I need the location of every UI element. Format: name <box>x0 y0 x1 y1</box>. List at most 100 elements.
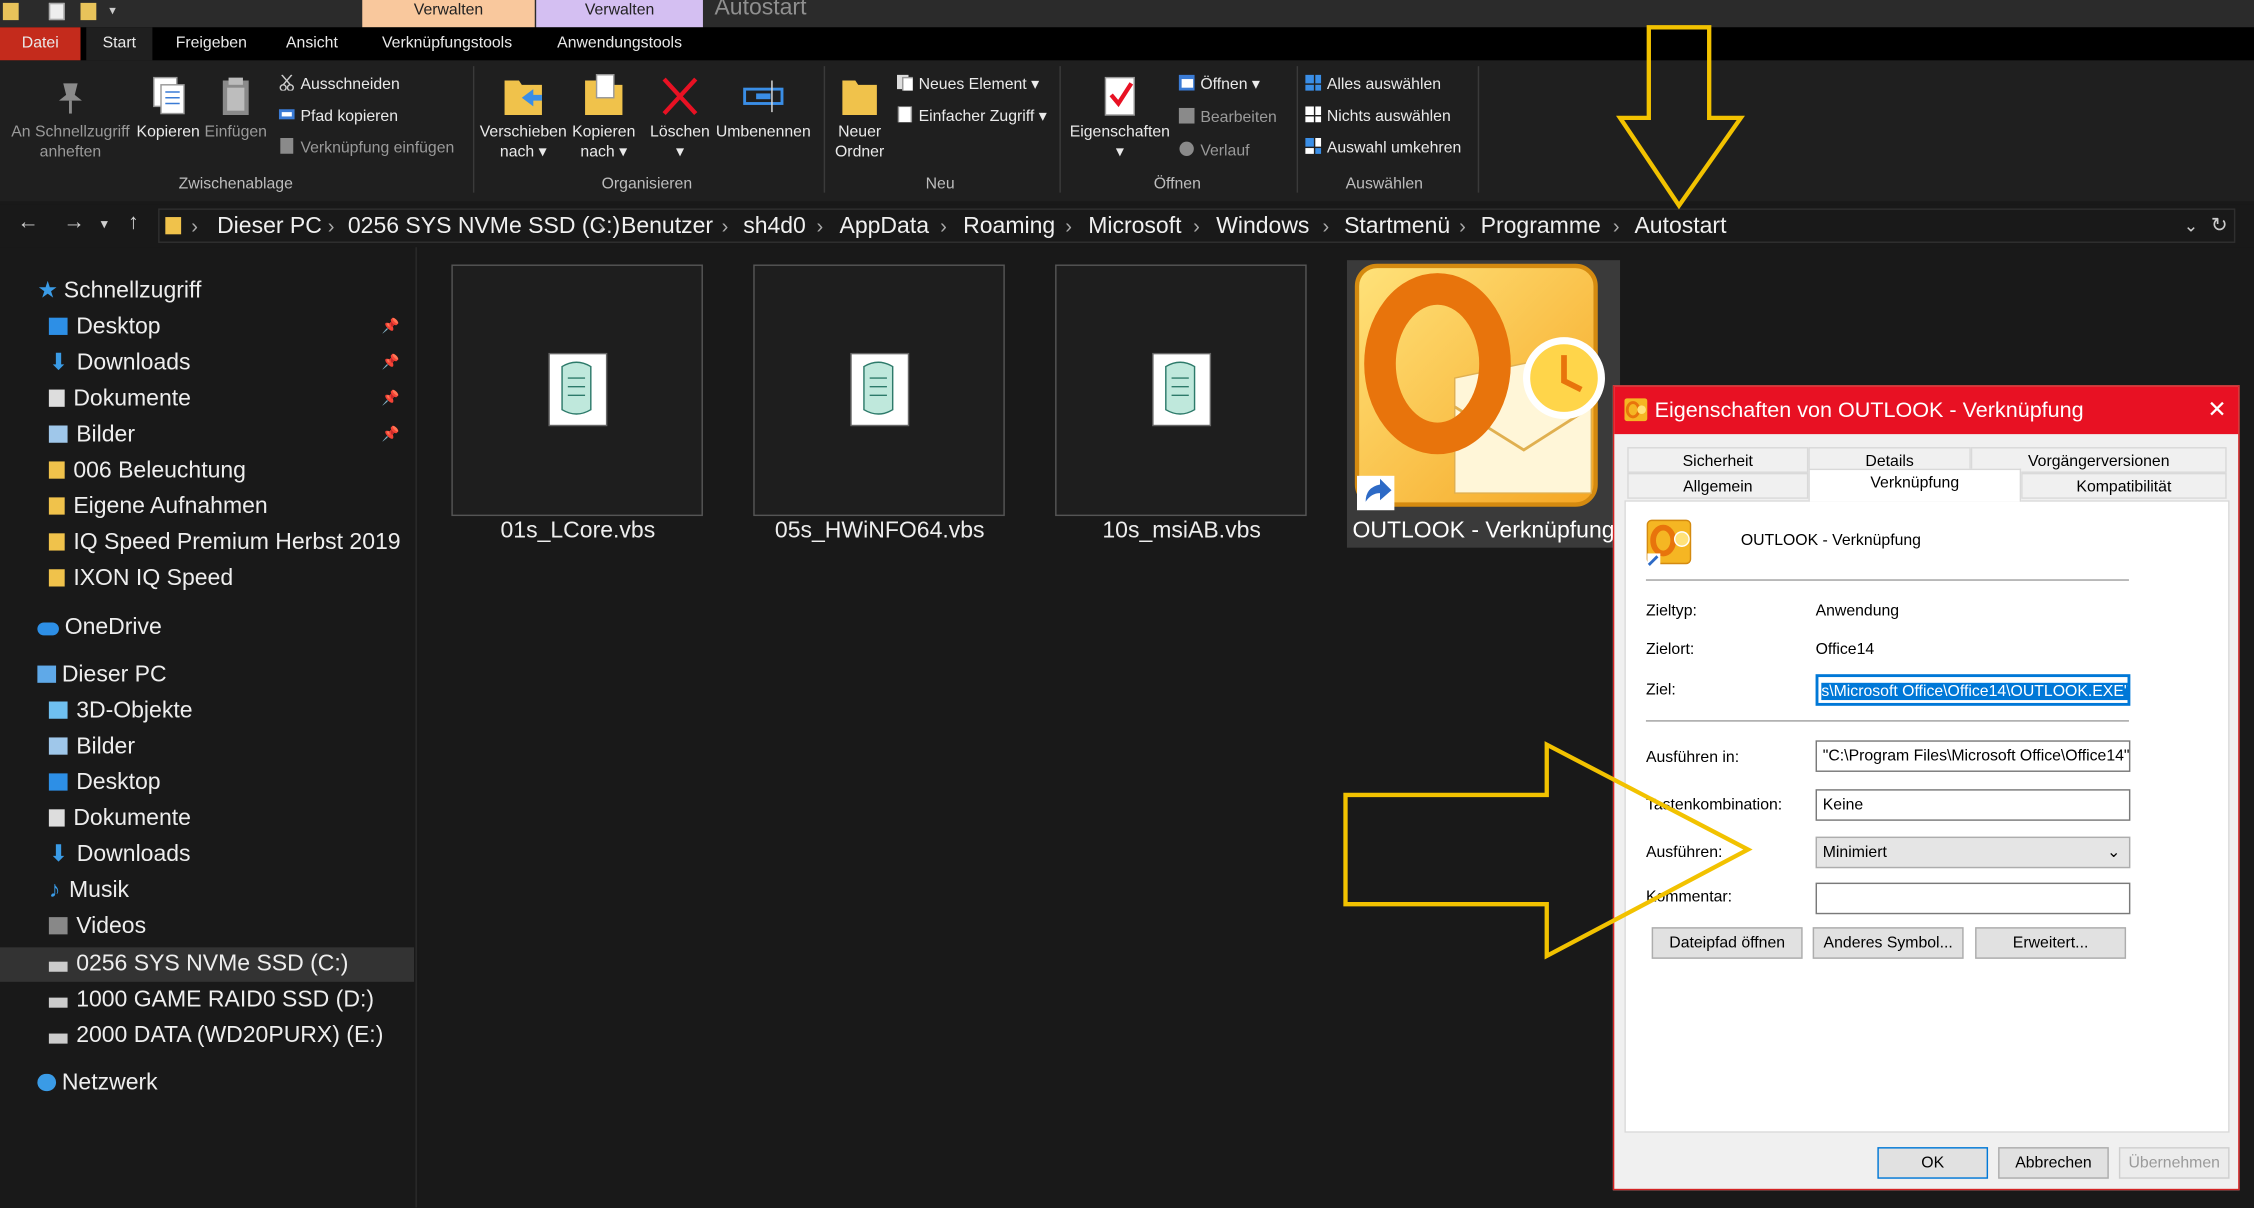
divider <box>1645 720 2129 722</box>
breadcrumb-benutzer[interactable]: Benutzer <box>621 214 713 240</box>
breadcrumb-roaming[interactable]: Roaming <box>963 214 1055 240</box>
comment-field[interactable] <box>1815 882 2131 915</box>
breadcrumb-appdata[interactable]: AppData <box>840 214 930 240</box>
network-icon <box>37 1073 57 1092</box>
copy-to-button[interactable]: Kopieren nach ▾ <box>569 72 638 163</box>
rename-button[interactable]: Umbenennen <box>714 75 812 143</box>
select-none-icon <box>1305 106 1322 123</box>
recent-locations-chevron-icon[interactable]: ▾ <box>101 217 108 233</box>
cancel-button[interactable]: Abbrechen <box>1998 1147 2109 1179</box>
nav-quick-access[interactable]: ★ Schnellzugriff <box>37 276 201 308</box>
nav-quick-folder-2[interactable]: Eigene Aufnahmen <box>48 492 268 524</box>
pin-quick-access-button[interactable]: An Schnellzugriff anheften <box>6 78 135 163</box>
file-name[interactable]: 05s_HWiNFO64.vbs <box>743 519 1016 545</box>
tab-ansicht[interactable]: Ansicht <box>267 27 356 60</box>
nav-pc-videos[interactable]: Videos <box>48 911 146 943</box>
change-icon-button[interactable]: Anderes Symbol... <box>1812 927 1964 959</box>
breadcrumb-startmenue[interactable]: Startmenü <box>1344 214 1450 240</box>
nav-quick-downloads[interactable]: ⬇ Downloads 📌 <box>49 348 408 380</box>
paste-shortcut-button[interactable]: Verknüpfung einfügen <box>279 138 454 158</box>
file-name[interactable]: OUTLOOK - Verknüpfung <box>1347 519 1620 545</box>
open-file-location-button[interactable]: Dateipfad öffnen <box>1651 927 1803 959</box>
copy-path-button[interactable]: Pfad kopieren <box>278 106 398 126</box>
properties-button[interactable]: Eigenschaften ▾ <box>1067 75 1173 163</box>
open-button[interactable]: Öffnen ▾ <box>1178 74 1260 95</box>
tab-freigeben[interactable]: Freigeben <box>164 27 259 60</box>
nav-quick-folder-3[interactable]: IQ Speed Premium Herbst 2019 <box>48 528 401 560</box>
nav-onedrive[interactable]: OneDrive <box>37 612 162 644</box>
tab-shortcut[interactable]: Verknüpfung <box>1808 468 2022 502</box>
delete-button[interactable]: Löschen ▾ <box>647 75 713 163</box>
move-to-button[interactable]: Verschieben nach ▾ <box>477 72 569 163</box>
ok-button[interactable]: OK <box>1877 1147 1989 1179</box>
easy-access-button[interactable]: Einfacher Zugriff ▾ <box>897 106 1047 126</box>
properties-qat-icon[interactable] <box>48 2 65 21</box>
invert-selection-button[interactable]: Auswahl umkehren <box>1305 138 1461 158</box>
nav-pc-drive-d[interactable]: 1000 GAME RAID0 SSD (D:) <box>48 985 374 1017</box>
nav-pc-pictures[interactable]: Bilder <box>48 732 135 764</box>
cut-button[interactable]: Ausschneiden <box>279 74 400 95</box>
nav-pc-documents[interactable]: Dokumente <box>48 804 191 836</box>
tab-general[interactable]: Allgemein <box>1627 472 1809 499</box>
file-tile-selected[interactable]: OUTLOOK - Verknüpfung <box>1346 260 1621 548</box>
breadcrumb-drive-c[interactable]: 0256 SYS NVMe SSD (C:) <box>348 214 620 240</box>
nav-quick-pictures[interactable]: Bilder 📌 <box>48 420 408 452</box>
nav-pc-downloads[interactable]: ⬇ Downloads <box>49 840 191 872</box>
close-icon[interactable]: ✕ <box>2207 395 2226 424</box>
select-none-button[interactable]: Nichts auswählen <box>1305 106 1451 126</box>
address-bar[interactable]: › Dieser PC › 0256 SYS NVMe SSD (C:) › B… <box>158 208 2236 243</box>
file-name[interactable]: 01s_LCore.vbs <box>441 519 714 545</box>
breadcrumb-microsoft[interactable]: Microsoft <box>1088 214 1181 240</box>
tab-datei[interactable]: Datei <box>0 27 81 61</box>
paste-button[interactable]: Einfügen <box>201 75 270 143</box>
music-note-icon: ♪ <box>48 878 61 903</box>
nav-quick-documents[interactable]: Dokumente 📌 <box>48 384 408 416</box>
address-dropdown-icon[interactable]: ⌄ <box>2184 216 2198 236</box>
tab-verknuepfungstools[interactable]: Verknüpfungstools <box>368 27 526 60</box>
nav-pc-3d-objects[interactable]: 3D-Objekte <box>48 696 193 728</box>
nav-pc-drive-c[interactable]: 0256 SYS NVMe SSD (C:) <box>48 949 348 981</box>
nav-quick-desktop[interactable]: Desktop 📌 <box>48 312 408 344</box>
breadcrumb-this-pc[interactable]: Dieser PC <box>217 214 322 240</box>
breadcrumb-user[interactable]: sh4d0 <box>743 214 806 240</box>
new-folder-qat-icon[interactable] <box>80 2 97 21</box>
select-all-button[interactable]: Alles auswählen <box>1305 74 1441 95</box>
tab-anwendungstools[interactable]: Anwendungstools <box>541 27 699 60</box>
back-arrow-icon[interactable]: ← <box>17 210 39 234</box>
nav-quick-folder-1[interactable]: 006 Beleuchtung <box>48 456 246 488</box>
up-arrow-icon[interactable]: ↑ <box>128 210 139 234</box>
breadcrumb-windows[interactable]: Windows <box>1216 214 1309 240</box>
breadcrumb-autostart[interactable]: Autostart <box>1634 214 1726 240</box>
qat-dropdown-icon[interactable]: ▾ <box>109 3 116 20</box>
copy-button[interactable]: Kopieren <box>135 75 201 143</box>
tab-start[interactable]: Start <box>86 27 153 61</box>
start-in-field[interactable]: "C:\Program Files\Microsoft Office\Offic… <box>1815 740 2131 772</box>
breadcrumb-programme[interactable]: Programme <box>1481 214 1601 240</box>
nav-pc-drive-e[interactable]: 2000 DATA (WD20PURX) (E:) <box>48 1021 383 1053</box>
shortcut-name: OUTLOOK - Verknüpfung <box>1740 531 1921 550</box>
nav-pc-music[interactable]: ♪ Musik <box>49 875 129 907</box>
file-tile-vbs[interactable] <box>753 264 1005 517</box>
dialog-title-bar: Eigenschaften von OUTLOOK - Verknüpfung … <box>1614 386 2239 435</box>
forward-arrow-icon[interactable]: → <box>63 210 85 234</box>
nav-network[interactable]: Netzwerk <box>37 1068 158 1100</box>
nav-pc-desktop[interactable]: Desktop <box>48 768 161 800</box>
edit-button[interactable]: Bearbeiten <box>1178 107 1277 128</box>
file-tile-vbs[interactable] <box>1055 264 1307 517</box>
tab-security[interactable]: Sicherheit <box>1627 447 1809 473</box>
new-folder-button[interactable]: Neuer Ordner <box>831 72 889 163</box>
advanced-button[interactable]: Erweitert... <box>1975 927 2127 959</box>
file-tile-vbs[interactable] <box>451 264 703 517</box>
refresh-icon[interactable]: ↻ <box>2211 213 2228 237</box>
new-item-button[interactable]: Neues Element ▾ <box>897 74 1039 95</box>
run-select[interactable]: Minimiert ⌄ <box>1815 836 2131 869</box>
nav-quick-folder-4[interactable]: IXON IQ Speed <box>48 564 233 596</box>
target-field[interactable]: s\Microsoft Office\Office14\OUTLOOK.EXE" <box>1815 674 2131 706</box>
tab-compatibility[interactable]: Kompatibilität <box>2021 472 2227 499</box>
hotkey-field[interactable]: Keine <box>1815 789 2131 821</box>
properties-check-icon <box>1104 76 1135 116</box>
file-name[interactable]: 10s_msiAB.vbs <box>1045 519 1318 545</box>
history-button[interactable]: Verlauf <box>1179 141 1250 161</box>
apply-button[interactable]: Übernehmen <box>2118 1147 2230 1179</box>
nav-this-pc[interactable]: Dieser PC <box>37 660 167 692</box>
